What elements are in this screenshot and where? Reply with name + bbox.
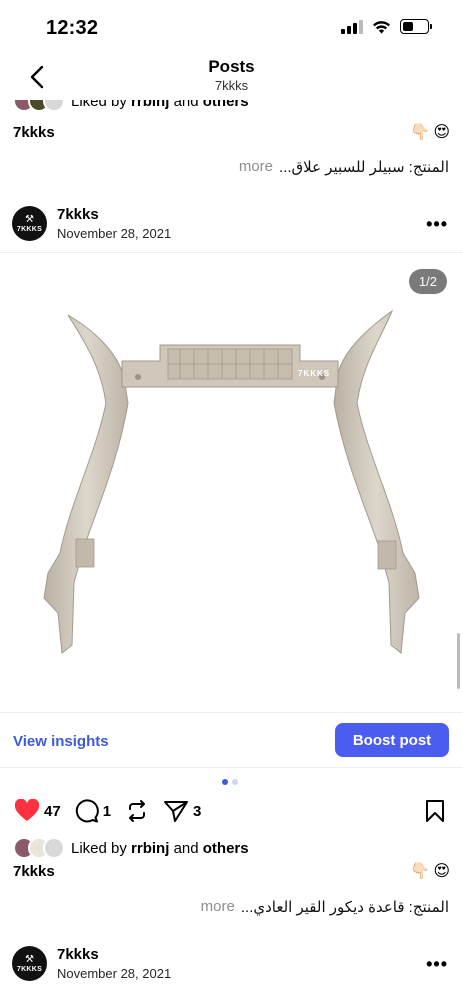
page-title: Posts [208, 57, 255, 76]
carousel-dot-active [222, 779, 228, 785]
avatar[interactable]: ⚒ 7KKKS [12, 206, 47, 241]
post-username[interactable]: 7kkks [57, 946, 99, 963]
heart-icon[interactable] [14, 799, 40, 823]
avatar [43, 837, 65, 859]
status-time: 12:32 [46, 17, 99, 39]
nav-bar: Posts 7kkks [0, 54, 463, 100]
next-post-header: ⚒ 7KKKS 7kkks November 28, 2021 ••• [12, 946, 452, 990]
prev-liked-row[interactable]: Liked by rrbinj and others [13, 100, 249, 112]
liked-by-row[interactable]: Liked by rrbinj and others [13, 837, 249, 859]
logo-text: 7KKKS [16, 225, 43, 233]
like-count[interactable]: 47 [44, 803, 61, 820]
prev-caption-text: more المنتج: سبيلر للسبير علاق... [239, 158, 449, 176]
liker-avatars [13, 837, 65, 859]
prev-caption-row: 7kkks 👇🏻 😍 [13, 122, 450, 142]
boost-post-button[interactable]: Boost post [335, 723, 449, 757]
caption-text-row: more المنتج: قاعدة ديكور القير العادي... [201, 898, 449, 916]
logo-text: 7KKKS [16, 965, 43, 973]
caption-row: 7kkks 👇🏻 😍 [13, 861, 450, 881]
heart-eyes-icon: 😍 [433, 124, 450, 141]
comment-action[interactable]: 1 [75, 799, 111, 823]
more-link[interactable]: more [201, 898, 235, 916]
send-icon[interactable] [163, 799, 189, 823]
tools-icon: ⚒ [25, 213, 34, 225]
pointing-down-icon: 👇🏻 [410, 863, 431, 880]
post-actions: 47 1 3 [14, 796, 449, 826]
liked-by-text: Liked by rrbinj and others [71, 100, 249, 110]
caption-username[interactable]: 7kkks [13, 863, 55, 880]
post-header: ⚒ 7KKKS 7kkks November 28, 2021 ••• [12, 206, 452, 250]
post-date: November 28, 2021 [57, 966, 172, 981]
liker-avatars [13, 100, 65, 112]
image-watermark: 7KKKS [298, 369, 331, 378]
pointing-down-icon: 👇🏻 [410, 124, 431, 141]
more-horizontal-icon[interactable]: ••• [426, 214, 448, 235]
battery-icon [400, 19, 432, 34]
caption-username[interactable]: 7kkks [13, 124, 55, 141]
caption-emojis: 👇🏻 😍 [410, 861, 450, 881]
wifi-icon [373, 20, 390, 33]
carousel-dots [222, 779, 238, 785]
post-date: November 28, 2021 [57, 226, 172, 241]
media-pager-badge: 1/2 [408, 269, 447, 294]
scrollbar[interactable] [457, 633, 460, 689]
avatar[interactable]: ⚒ 7KKKS [12, 946, 47, 981]
comment-count[interactable]: 1 [103, 803, 111, 820]
post-media[interactable]: 7KKKS 1/2 [0, 252, 463, 712]
view-insights-link[interactable]: View insights [13, 733, 109, 750]
comment-icon[interactable] [75, 799, 99, 823]
share-count[interactable]: 3 [193, 803, 201, 820]
signal-icon [341, 19, 363, 34]
heart-eyes-icon: 😍 [433, 863, 450, 880]
bookmark-icon[interactable] [425, 799, 445, 823]
feed[interactable]: Liked by rrbinj and others 7kkks 👇🏻 😍 mo… [0, 100, 463, 1000]
repost-action[interactable] [125, 799, 149, 823]
avatar [43, 100, 65, 112]
like-action[interactable]: 47 [14, 799, 61, 823]
caption-emojis: 👇🏻 😍 [410, 122, 450, 142]
product-image [43, 309, 420, 654]
caption-text: المنتج: سبيلر للسبير علاق... [279, 159, 449, 176]
insights-row: View insights Boost post [0, 712, 463, 768]
liked-by-text: Liked by rrbinj and others [71, 839, 249, 857]
post-username[interactable]: 7kkks [57, 206, 99, 223]
share-action[interactable]: 3 [163, 799, 201, 823]
tools-icon: ⚒ [25, 953, 34, 965]
more-horizontal-icon[interactable]: ••• [426, 954, 448, 975]
caption-text: المنتج: قاعدة ديكور القير العادي... [240, 899, 449, 916]
carousel-dot [232, 779, 238, 785]
status-icons [341, 19, 432, 34]
status-bar: 12:32 [0, 0, 463, 54]
repost-icon[interactable] [125, 799, 149, 823]
page-subtitle: 7kkks [214, 78, 249, 93]
more-link[interactable]: more [239, 158, 273, 176]
